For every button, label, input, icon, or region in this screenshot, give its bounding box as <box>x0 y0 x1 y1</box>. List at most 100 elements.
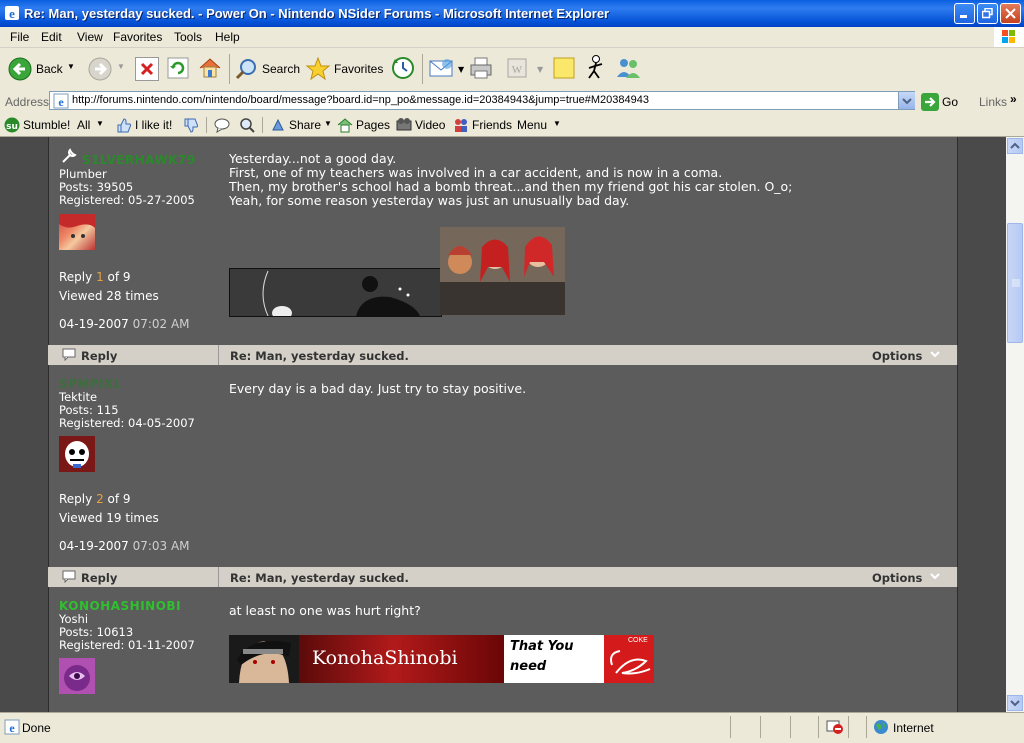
share-button[interactable]: Share ▼ <box>270 116 332 134</box>
reply-count: Reply 1 of 9 <box>59 270 131 284</box>
address-dropdown-button[interactable] <box>898 92 915 109</box>
post-username[interactable]: KONOHASHINOBI <box>59 599 181 613</box>
post-message: at least no one was hurt right? <box>229 603 421 618</box>
star-icon <box>305 56 331 81</box>
restore-button[interactable] <box>977 3 998 24</box>
menu-file[interactable]: File <box>10 30 29 44</box>
thumbs-down-icon <box>184 118 198 133</box>
search-button[interactable]: Search <box>234 54 300 84</box>
svg-text:su: su <box>6 122 18 132</box>
title-bar: e Re: Man, yesterday sucked. - Power On … <box>0 0 1024 27</box>
all-dropdown[interactable]: All <box>77 118 90 132</box>
minimize-button[interactable] <box>954 3 975 24</box>
messenger-button[interactable] <box>583 54 609 82</box>
scroll-up-arrow-icon <box>1010 142 1020 149</box>
restore-icon <box>982 8 993 19</box>
vertical-scrollbar[interactable] <box>1006 137 1024 712</box>
menu-edit[interactable]: Edit <box>41 30 62 44</box>
links-chevron-icon[interactable]: » <box>1010 92 1017 106</box>
post-body: Every day is a bad day. Just try to stay… <box>219 365 958 567</box>
post-message: Every day is a bad day. Just try to stay… <box>229 381 527 396</box>
refresh-button[interactable] <box>166 56 190 80</box>
minimize-icon <box>960 15 967 18</box>
like-button[interactable]: I like it! <box>116 116 176 134</box>
post-author-panel: SPMPIXL Tektite Posts: 115 Registered: 0… <box>48 365 220 567</box>
ie-logo-icon: e <box>5 6 19 21</box>
printer-icon <box>470 57 492 79</box>
friends-icon <box>455 119 467 132</box>
svg-text:▼: ▼ <box>458 65 464 74</box>
dislike-button[interactable] <box>183 117 199 133</box>
stumbleupon-icon: su <box>4 117 20 133</box>
menu-help[interactable]: Help <box>215 30 240 44</box>
menu-button[interactable]: Menu ▼ <box>517 116 563 134</box>
scroll-up-button[interactable] <box>1007 138 1023 154</box>
page-content: S1LVERHAWK79 Plumber Posts: 39505 Regist… <box>0 137 1006 712</box>
post-username[interactable]: S1LVERHAWK79 <box>82 153 196 167</box>
word-edit-icon: W ▼ <box>507 58 544 78</box>
menu-view[interactable]: View <box>77 30 103 44</box>
forward-dropdown-icon[interactable]: ▼ <box>117 62 125 71</box>
mail-button[interactable]: ▼ <box>428 56 465 80</box>
avatar[interactable] <box>59 436 95 472</box>
status-bar: e Done Internet <box>0 712 1024 743</box>
internet-globe-icon <box>874 720 888 734</box>
forward-button[interactable]: ▼ <box>86 57 126 81</box>
magnifier-icon <box>240 118 255 133</box>
popup-blocked-icon[interactable] <box>826 719 844 735</box>
friends-button[interactable]: Friends <box>453 116 513 134</box>
post-username[interactable]: SPMPIXL <box>59 377 122 391</box>
print-button[interactable] <box>468 55 494 81</box>
discuss-button[interactable] <box>551 55 577 81</box>
refresh-icon <box>167 57 189 79</box>
reply-button[interactable]: Reply <box>81 349 117 363</box>
film-icon <box>396 118 412 131</box>
options-button[interactable]: Options <box>872 349 922 363</box>
coke-label: COKE <box>628 637 648 644</box>
close-icon <box>1005 8 1016 19</box>
users-icon <box>617 59 640 78</box>
history-button[interactable] <box>390 55 416 81</box>
reply-button[interactable]: Reply <box>81 571 117 585</box>
share-dropdown-icon: ▼ <box>324 119 332 128</box>
view-count: Viewed 19 times <box>59 511 159 525</box>
grip-icon <box>1012 279 1020 287</box>
page-done-icon: e <box>4 719 20 735</box>
contacts-button[interactable] <box>615 55 643 81</box>
home-icon <box>199 58 221 78</box>
favorites-button[interactable]: Favorites <box>305 54 385 84</box>
stop-button[interactable] <box>135 57 159 81</box>
post-subject: Re: Man, yesterday sucked. <box>230 349 409 363</box>
pages-button[interactable]: Pages <box>337 116 390 134</box>
avatar[interactable] <box>59 658 95 694</box>
mail-icon: ▼ <box>429 59 465 77</box>
menu-dropdown-icon: ▼ <box>553 119 561 128</box>
scroll-down-button[interactable] <box>1007 695 1023 711</box>
scroll-thumb[interactable] <box>1007 223 1023 343</box>
options-button[interactable]: Options <box>872 571 922 585</box>
avatar[interactable] <box>59 214 95 250</box>
options-chevron-icon[interactable] <box>930 573 940 581</box>
go-label[interactable]: Go <box>942 95 958 109</box>
options-chevron-icon[interactable] <box>930 351 940 359</box>
menu-bar: File Edit View Favorites Tools Help <box>0 27 1024 48</box>
close-button[interactable] <box>1000 3 1021 24</box>
house-icon <box>337 118 353 133</box>
links-label[interactable]: Links <box>979 95 1007 109</box>
edit-button[interactable]: W ▼ <box>505 56 545 80</box>
menu-favorites[interactable]: Favorites <box>113 30 162 44</box>
address-input[interactable]: e http://forums.nintendo.com/nintendo/bo… <box>49 91 915 110</box>
review-button[interactable] <box>214 117 230 134</box>
video-button[interactable]: Video <box>396 116 446 134</box>
security-zone: Internet <box>893 721 934 735</box>
all-dropdown-icon[interactable]: ▼ <box>96 119 104 128</box>
home-button[interactable] <box>197 55 223 81</box>
menu-tools[interactable]: Tools <box>174 30 202 44</box>
back-dropdown-icon[interactable]: ▼ <box>67 62 75 71</box>
back-button[interactable]: Back ▼ <box>6 54 86 84</box>
scroll-down-arrow-icon <box>1010 700 1020 707</box>
signature-image-characters <box>440 227 565 315</box>
go-button[interactable] <box>921 93 939 111</box>
info-button[interactable] <box>239 117 255 133</box>
stumble-button[interactable]: su Stumble! <box>4 116 72 134</box>
